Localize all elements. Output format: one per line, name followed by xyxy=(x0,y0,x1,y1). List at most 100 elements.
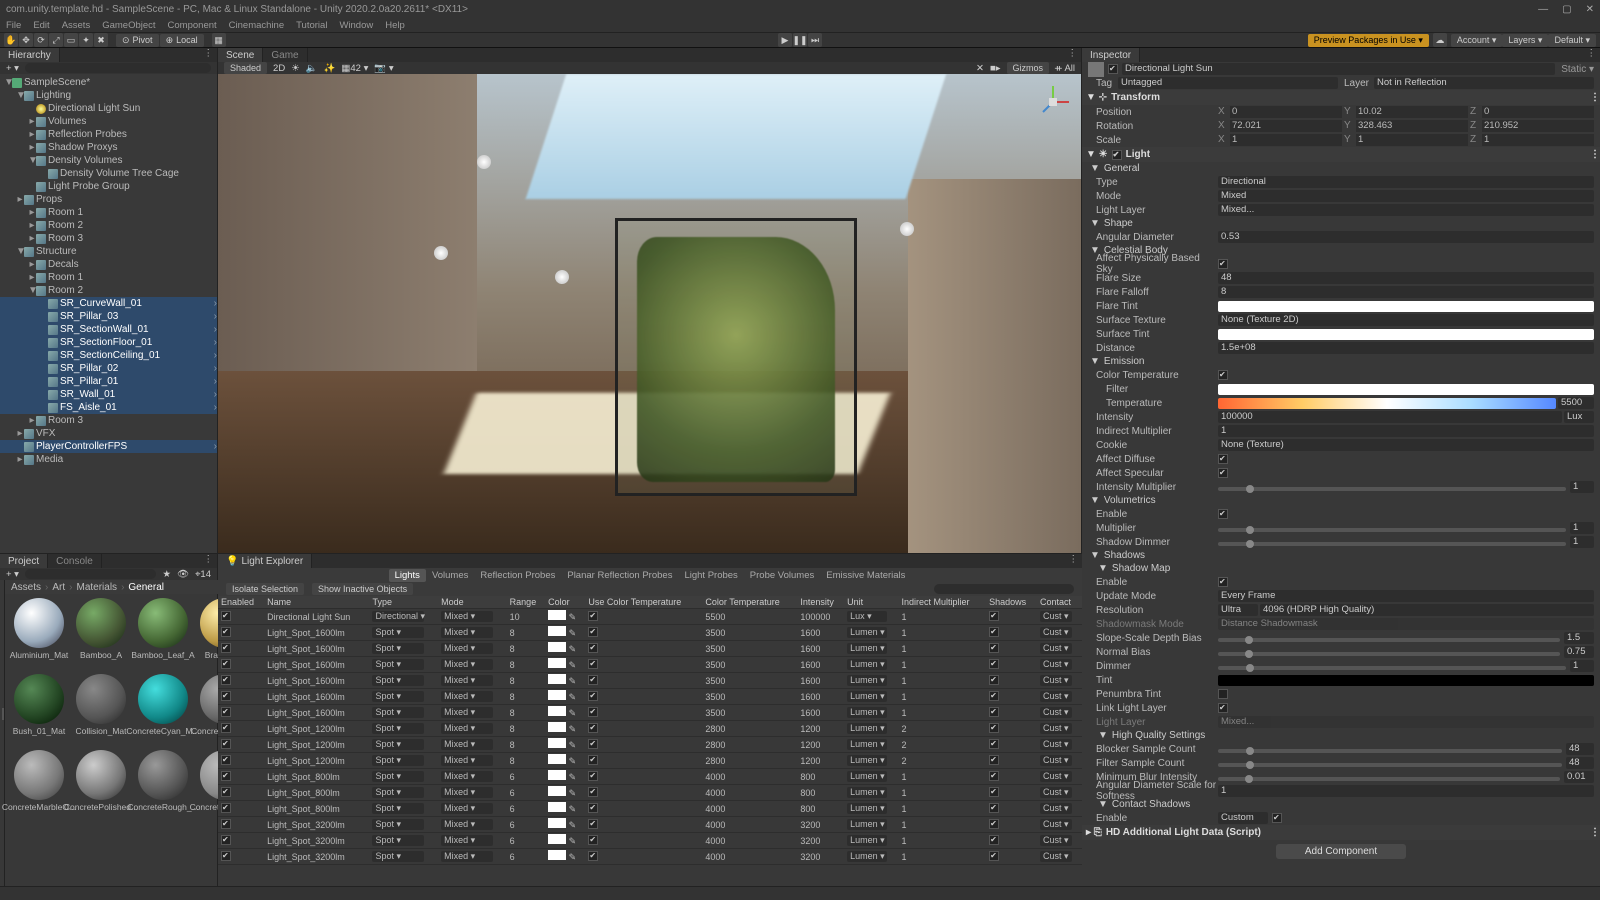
tint-color[interactable] xyxy=(1218,675,1594,686)
scene-extra[interactable]: ▦42 ▾ xyxy=(341,63,368,74)
filter-color[interactable] xyxy=(1218,384,1594,395)
hierarchy-item[interactable]: ▸Room 3 xyxy=(0,232,217,245)
hierarchy-item[interactable]: ▸Room 2 xyxy=(0,219,217,232)
rotate-tool-icon[interactable]: ⟳ xyxy=(34,33,48,47)
hierarchy-item[interactable]: ▸Shadow Proxys xyxy=(0,141,217,154)
hierarchy-item[interactable]: PlayerControllerFPS› xyxy=(0,440,217,453)
hierarchy-item[interactable]: ▼Density Volumes xyxy=(0,154,217,167)
snap-icon[interactable]: ▦ xyxy=(212,33,226,47)
le-tab[interactable]: Emissive Materials xyxy=(820,569,911,582)
light-row[interactable]: Light_Spot_1200lmSpot ▾Mixed ▾8 ✎2800120… xyxy=(218,737,1082,753)
light-explorer-table[interactable]: EnabledNameTypeModeRangeColorUse Color T… xyxy=(218,596,1082,900)
vol-mult-slider[interactable] xyxy=(1218,528,1566,532)
intensity-unit[interactable]: Lux xyxy=(1564,411,1594,423)
tab-hierarchy[interactable]: Hierarchy xyxy=(0,48,60,62)
light-row[interactable]: Light_Spot_1600lmSpot ▾Mixed ▾8 ✎3500160… xyxy=(218,625,1082,641)
search-all[interactable]: ᚑ All xyxy=(1055,63,1075,74)
hierarchy-item[interactable]: Light Probe Group xyxy=(0,180,217,193)
le-tab[interactable]: Volumes xyxy=(426,569,474,582)
tab-console[interactable]: Console xyxy=(48,554,102,568)
material-thumb[interactable]: ConcreteCyan_M... xyxy=(133,674,193,746)
light-row[interactable]: Light_Spot_1600lmSpot ▾Mixed ▾8 ✎3500160… xyxy=(218,641,1082,657)
close-icon[interactable]: ✕ xyxy=(1586,4,1594,15)
hierarchy-item[interactable]: ▸Room 1 xyxy=(0,206,217,219)
tab-scene[interactable]: Scene xyxy=(218,48,263,62)
blocker-slider[interactable] xyxy=(1218,749,1562,753)
hierarchy-item[interactable]: Density Volume Tree Cage xyxy=(0,167,217,180)
scene-viewport[interactable] xyxy=(218,74,1081,553)
hierarchy-item[interactable]: ▼Room 2 xyxy=(0,284,217,297)
hierarchy-item[interactable]: ▼Structure xyxy=(0,245,217,258)
audio-icon[interactable]: 🔈 xyxy=(306,63,318,74)
cloud-icon[interactable]: ☁ xyxy=(1433,33,1447,47)
breadcrumb-item[interactable]: Assets xyxy=(11,582,41,593)
angular-diameter-field[interactable]: 0.53 xyxy=(1218,231,1594,243)
le-tab[interactable]: Light Probes xyxy=(678,569,743,582)
breadcrumb-item[interactable]: General xyxy=(128,582,164,593)
affect-diffuse-checkbox[interactable] xyxy=(1218,454,1228,464)
filter-sample-slider[interactable] xyxy=(1218,763,1562,767)
static-dropdown[interactable]: Static ▾ xyxy=(1561,64,1594,75)
scene-root[interactable]: ▼SampleScene* xyxy=(0,76,217,89)
hierarchy-item[interactable]: ▸VFX xyxy=(0,427,217,440)
orientation-gizmo[interactable] xyxy=(1033,82,1073,124)
light-type-dropdown[interactable]: Directional xyxy=(1218,176,1594,188)
menu-help[interactable]: Help xyxy=(385,20,405,31)
material-thumb[interactable]: ConcretePolished... xyxy=(71,750,131,822)
fx-icon[interactable]: ✨ xyxy=(324,63,336,74)
affect-sky-checkbox[interactable] xyxy=(1218,259,1228,269)
eye-icon[interactable]: 👁 xyxy=(177,569,189,580)
flare-falloff-field[interactable]: 8 xyxy=(1218,286,1594,298)
intensity-field[interactable]: 100000 xyxy=(1218,411,1562,423)
hd-additional-header[interactable]: ▸ ⎘ HD Additional Light Data (Script)⋮ xyxy=(1082,825,1600,840)
hierarchy-item[interactable]: FS_Aisle_01› xyxy=(0,401,217,414)
tab-game[interactable]: Game xyxy=(263,48,307,62)
hierarchy-item[interactable]: ▸Room 1 xyxy=(0,271,217,284)
panel-menu-icon[interactable]: ⋮ xyxy=(1064,48,1082,62)
tag-dropdown[interactable]: Untagged xyxy=(1118,77,1338,89)
hierarchy-item[interactable]: ▸Room 3 xyxy=(0,414,217,427)
scene-camera2-icon[interactable]: ■▸ xyxy=(990,63,1001,74)
panel-menu-icon[interactable]: ⋮ xyxy=(1583,48,1600,62)
contact-shadows-foldout[interactable]: ▼ Contact Shadows xyxy=(1082,798,1600,811)
pivot-toggle[interactable]: ⊙Pivot xyxy=(116,34,159,47)
hierarchy-item[interactable]: ▸Decals xyxy=(0,258,217,271)
pos-y[interactable]: 10.02 xyxy=(1356,106,1468,118)
light-row[interactable]: Light_Spot_800lmSpot ▾Mixed ▾6 ✎4000800L… xyxy=(218,769,1082,785)
layout-dropdown[interactable]: Default ▾ xyxy=(1548,34,1596,47)
hierarchy-tree[interactable]: ▼SampleScene*▼LightingDirectional Light … xyxy=(0,74,217,553)
light-row[interactable]: Directional Light SunDirectional ▾Mixed … xyxy=(218,609,1082,625)
emission-foldout[interactable]: ▼ Emission xyxy=(1082,355,1600,368)
light-row[interactable]: Light_Spot_3200lmSpot ▾Mixed ▾6 ✎4000320… xyxy=(218,817,1082,833)
hierarchy-item[interactable]: ▸Volumes xyxy=(0,115,217,128)
create-dropdown-icon[interactable]: + ▾ xyxy=(6,63,19,74)
layers-dropdown[interactable]: Layers ▾ xyxy=(1502,34,1548,47)
intensity-mult-slider[interactable] xyxy=(1218,487,1566,491)
scene-maximize-icon[interactable]: ✕ xyxy=(976,63,984,74)
indirect-field[interactable]: 1 xyxy=(1218,425,1594,437)
penumbra-checkbox[interactable] xyxy=(1218,689,1228,699)
vol-enable-checkbox[interactable] xyxy=(1218,509,1228,519)
breadcrumb-item[interactable]: Materials xyxy=(76,582,117,593)
menu-cinemachine[interactable]: Cinemachine xyxy=(229,20,284,31)
hierarchy-item[interactable]: ▸Props xyxy=(0,193,217,206)
transform-header[interactable]: ▼ ⊹ Transform⋮ xyxy=(1082,90,1600,105)
hierarchy-item[interactable]: SR_CurveWall_01› xyxy=(0,297,217,310)
rot-y[interactable]: 328.463 xyxy=(1356,120,1468,132)
material-thumb[interactable]: ConcreteRough_... xyxy=(133,750,193,822)
shadowmap-foldout[interactable]: ▼ Shadow Map xyxy=(1082,562,1600,575)
minimize-icon[interactable]: — xyxy=(1538,4,1548,15)
light-header[interactable]: ▼ ☀ Light⋮ xyxy=(1082,147,1600,162)
hierarchy-item[interactable]: ▸Reflection Probes xyxy=(0,128,217,141)
breadcrumb-item[interactable]: Art xyxy=(52,582,65,593)
light-row[interactable]: Light_Spot_1200lmSpot ▾Mixed ▾8 ✎2800120… xyxy=(218,721,1082,737)
flare-tint-color[interactable] xyxy=(1218,301,1594,312)
resolution-level[interactable]: Ultra xyxy=(1218,604,1258,616)
normal-bias-slider[interactable] xyxy=(1218,652,1560,656)
panel-menu-icon[interactable]: ⋮ xyxy=(200,554,218,568)
menu-file[interactable]: File xyxy=(6,20,21,31)
shadow-enable-checkbox[interactable] xyxy=(1218,577,1228,587)
material-thumb[interactable]: Bush_01_Mat xyxy=(9,674,69,746)
scene-camera-icon[interactable]: 📷 ▾ xyxy=(374,63,393,74)
general-foldout[interactable]: ▼ General xyxy=(1082,162,1600,175)
